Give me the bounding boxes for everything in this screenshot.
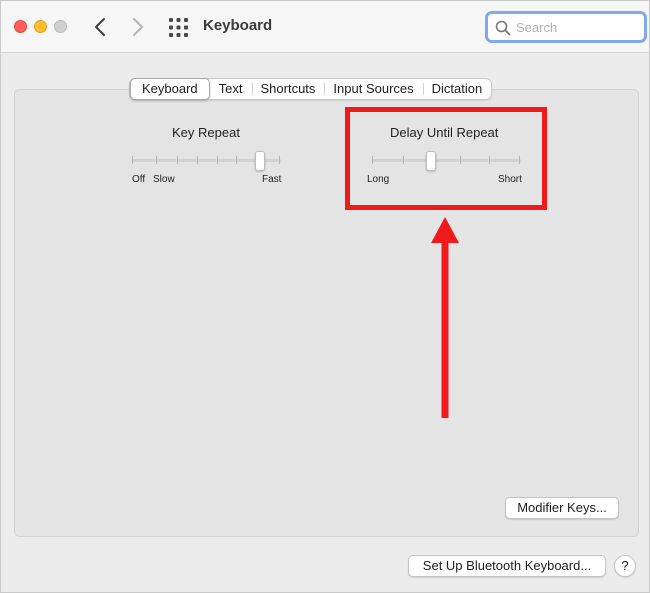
key-repeat-fast-label: Fast xyxy=(262,174,282,185)
key-repeat-tick xyxy=(132,156,133,164)
help-button[interactable]: ? xyxy=(614,555,636,577)
tab-shortcuts[interactable]: Shortcuts xyxy=(251,79,325,99)
key-repeat-tick xyxy=(177,156,178,164)
modifier-keys-button[interactable]: Modifier Keys... xyxy=(505,497,619,519)
close-window-button[interactable] xyxy=(14,20,27,33)
key-repeat-title: Key Repeat xyxy=(172,125,240,140)
tab-keyboard[interactable]: Keyboard xyxy=(130,78,210,100)
tab-dictation[interactable]: Dictation xyxy=(422,79,492,99)
key-repeat-off-label: Off xyxy=(132,174,146,185)
tab-input-sources[interactable]: Input Sources xyxy=(324,79,422,99)
annotation-arrow-icon xyxy=(431,217,459,418)
back-chevron-icon[interactable] xyxy=(91,16,111,38)
tab-bar: Keyboard Text Shortcuts Input Sources Di… xyxy=(129,78,493,100)
key-repeat-thumb[interactable] xyxy=(255,151,265,171)
key-repeat-tick xyxy=(217,156,218,164)
forward-chevron-icon[interactable] xyxy=(127,16,147,38)
key-repeat-tick xyxy=(279,156,280,164)
window-title: Keyboard xyxy=(203,17,273,34)
tab-text[interactable]: Text xyxy=(210,79,252,99)
search-input[interactable] xyxy=(516,18,636,36)
key-repeat-tick xyxy=(236,156,237,164)
minimize-window-button[interactable] xyxy=(34,20,47,33)
key-repeat-tick xyxy=(197,156,198,164)
zoom-window-button[interactable] xyxy=(54,20,67,33)
set-up-bluetooth-keyboard-button[interactable]: Set Up Bluetooth Keyboard... xyxy=(408,555,606,577)
keyboard-preferences-window: Keyboard Keyboard Text Shortcuts Input S… xyxy=(0,0,650,593)
title-bar: Keyboard xyxy=(1,1,649,53)
show-all-grid-icon[interactable] xyxy=(169,18,188,37)
search-field[interactable] xyxy=(485,11,647,43)
key-repeat-slow-label: Slow xyxy=(153,174,175,185)
annotation-highlight-box xyxy=(345,107,547,210)
key-repeat-tick xyxy=(156,156,157,164)
search-icon xyxy=(495,20,511,36)
